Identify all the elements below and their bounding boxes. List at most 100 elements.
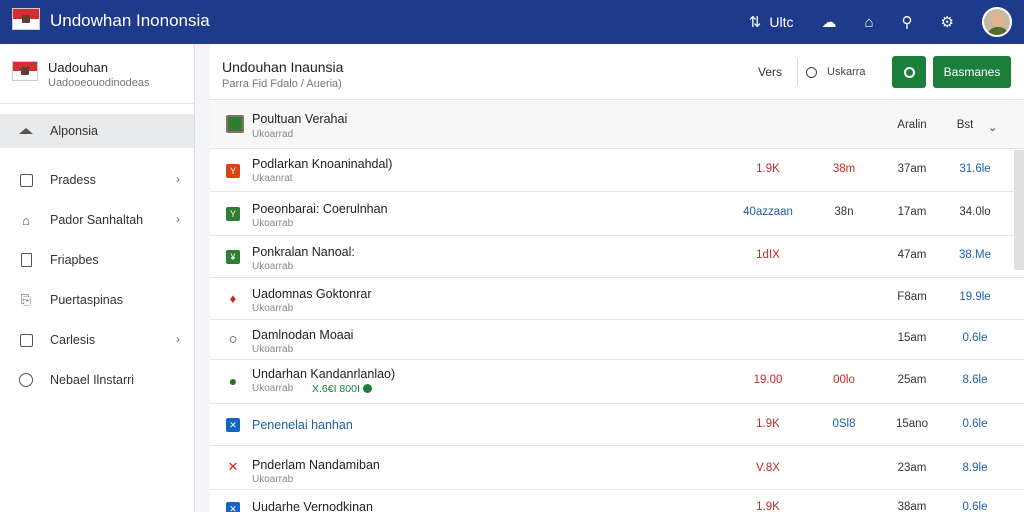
search-icon — [903, 66, 915, 78]
row-name: Uadomnas Goktonrar — [252, 287, 372, 301]
table-row[interactable]: ¥ Ponkralan Nanoal: Ukoarrab 1dIX 47am 3… — [210, 236, 1024, 278]
group-flag-icon — [226, 115, 244, 133]
row-col1: 1dIX — [756, 249, 780, 261]
scrollbar[interactable] — [1014, 150, 1024, 270]
row-flag-icon: ✕ — [227, 459, 239, 474]
row-col3: 23am — [897, 462, 927, 474]
row-flag-icon: ♦ — [229, 290, 237, 306]
row-sub: Ukoarrab — [252, 474, 294, 485]
clock-icon — [18, 372, 34, 388]
row-flag-icon: Y — [226, 207, 240, 221]
row-name: Undarhan Kandanrlanlao) — [252, 367, 396, 381]
sidebar-item-puertaspinas[interactable]: ⎘ Puertaspinas — [0, 280, 194, 320]
row-col4: 8.9le — [962, 462, 988, 474]
row-status-badge: X.6€I 800I — [312, 383, 372, 395]
bookmark-icon: ⎘ — [20, 292, 32, 307]
sidebar-item-pador-sanhaltah[interactable]: ⌂ Pador Sanhaltah › — [0, 200, 194, 240]
home-icon[interactable]: ⌂ — [864, 14, 873, 31]
toolbar-text-label[interactable]: Ultc — [769, 14, 793, 30]
row-name: Penenelai hanhan — [252, 418, 353, 432]
row-name: Damlnodan Moaai — [252, 328, 354, 342]
table-row[interactable]: ○ Damlnodan Moaai Ukoarrab 15am 0.6le — [210, 320, 1024, 360]
row-sub: Ukoarrab — [252, 261, 294, 272]
row-name: Ponkralan Nanoal: — [252, 245, 355, 259]
views-toggle[interactable]: Vers — [758, 65, 782, 79]
header-divider — [797, 58, 798, 86]
row-name: Poeonbarai: Coerulnhan — [252, 202, 388, 216]
home-icon: ⌂ — [22, 212, 30, 228]
row-col3: 38am — [897, 501, 927, 512]
sidebar-item-carlesis[interactable]: Carlesis › — [0, 320, 194, 360]
box-icon — [18, 332, 34, 348]
sidebar-item-label: Nebael Ilnstarri — [50, 373, 135, 387]
table-row[interactable]: ● Undarhan Kandanrlanlao) Ukoarrab X.6€I… — [210, 360, 1024, 404]
row-col3: 47am — [897, 249, 927, 261]
search-button[interactable] — [892, 56, 926, 88]
row-flag-icon: ✕ — [226, 502, 240, 512]
row-col2: 38m — [832, 163, 856, 175]
row-col2: 00lo — [833, 374, 855, 386]
table-group-header[interactable]: Poultuan Verahai Ukoarrad Aralin Bst ⌄ — [210, 101, 1024, 149]
chevron-right-icon: › — [176, 172, 180, 186]
org-subtitle: Uadooeouodinodeas — [48, 77, 150, 89]
box-icon — [18, 172, 34, 188]
table-row[interactable]: ✕ Uudarhe Vernodkinan 1.9K 38am 0.6le — [210, 490, 1024, 512]
row-col4: 31.6le — [959, 163, 991, 175]
table-row[interactable]: ✕ Penenelai hanhan 1.9K 0Sl8 15ano 0.6le — [210, 404, 1024, 446]
row-emblem-icon: ● — [228, 373, 238, 389]
row-col1: 19.00 — [753, 374, 783, 386]
sidebar-item-friapbes[interactable]: Friapbes — [0, 240, 194, 280]
chevron-right-icon: › — [176, 332, 180, 346]
row-name: Uudarhe Vernodkinan — [252, 500, 373, 512]
table-row[interactable]: Y Poeonbarai: Coerulnhan Ukoarrab 40azza… — [210, 192, 1024, 236]
row-col1: 1.9K — [756, 163, 780, 175]
sidebar-item-label: Carlesis — [50, 333, 96, 347]
search-icon[interactable]: ⚲ — [902, 13, 913, 31]
group-sub: Ukoarrad — [252, 129, 294, 140]
row-col1: 1.9K — [756, 418, 780, 430]
cloud-icon[interactable]: ☁ — [821, 13, 836, 31]
row-col1: 1.9K — [756, 501, 780, 512]
sidebar-item-label: Friapbes — [50, 253, 99, 267]
row-col3: 37am — [897, 163, 927, 175]
chevron-down-icon[interactable]: ⌄ — [988, 121, 997, 134]
row-col3: 25am — [897, 374, 927, 386]
row-col4: 8.6le — [962, 374, 988, 386]
top-bar: Undowhan Inononsia ⇅ Ultc ☁ ⌂ ⚲ ⚙ — [0, 0, 1024, 44]
sidebar-item-alponsia[interactable]: Alponsia — [0, 114, 194, 148]
row-flag-icon: ✕ — [226, 418, 240, 432]
column-header-3[interactable]: Aralin — [882, 119, 942, 131]
row-flag-icon: ¥ — [226, 250, 240, 264]
sidebar-item-label: Pador Sanhaltah — [50, 213, 144, 227]
chevron-right-icon: › — [176, 212, 180, 226]
row-col4: 38.Me — [959, 249, 991, 261]
row-name: Pnderlam Nandamiban — [252, 458, 380, 472]
column-header-4[interactable]: Bst — [945, 119, 985, 131]
sidebar-item-nebael-ilnstarri[interactable]: Nebael Ilnstarri — [0, 360, 194, 400]
row-col2: 0Sl8 — [832, 418, 856, 430]
primary-button[interactable]: Basmanes — [933, 56, 1011, 88]
row-col1: V.8X — [756, 462, 780, 474]
document-icon — [18, 252, 34, 268]
gear-icon[interactable]: ⚙ — [941, 13, 954, 31]
check-icon — [362, 384, 372, 393]
user-avatar[interactable] — [982, 7, 1012, 37]
row-sub: Ukoarrab — [252, 218, 294, 229]
row-flag-icon: Y — [226, 164, 240, 178]
main-panel: Undouhan Inaunsia Parra Fid Fdalo / Auer… — [210, 44, 1024, 512]
filter-icon[interactable]: ⇅ — [749, 13, 762, 31]
row-col3: 17am — [897, 206, 927, 218]
table-row[interactable]: ♦ Uadomnas Goktonrar Ukoarrab F8am 19.9l… — [210, 278, 1024, 320]
org-flag-icon — [12, 61, 38, 81]
home-outline-icon — [18, 123, 34, 139]
row-sub: Ukoarrab — [252, 383, 294, 394]
search-input[interactable]: Uskarra — [806, 58, 882, 86]
row-col3: F8am — [897, 291, 927, 303]
table-row[interactable]: ✕ Pnderlam Nandamiban Ukoarrab V.8X 23am… — [210, 446, 1024, 490]
table-row[interactable]: Y Podlarkan Knoaninahdal) Ukaanrat 1.9K … — [210, 149, 1024, 192]
sidebar: Uadouhan Uadooeouodinodeas Alponsia Prad… — [0, 44, 195, 512]
sidebar-header: Uadouhan Uadooeouodinodeas — [0, 44, 194, 104]
search-icon — [806, 66, 817, 78]
row-col4: 0.6le — [962, 332, 988, 344]
sidebar-item-pradess[interactable]: Pradess › — [0, 160, 194, 200]
